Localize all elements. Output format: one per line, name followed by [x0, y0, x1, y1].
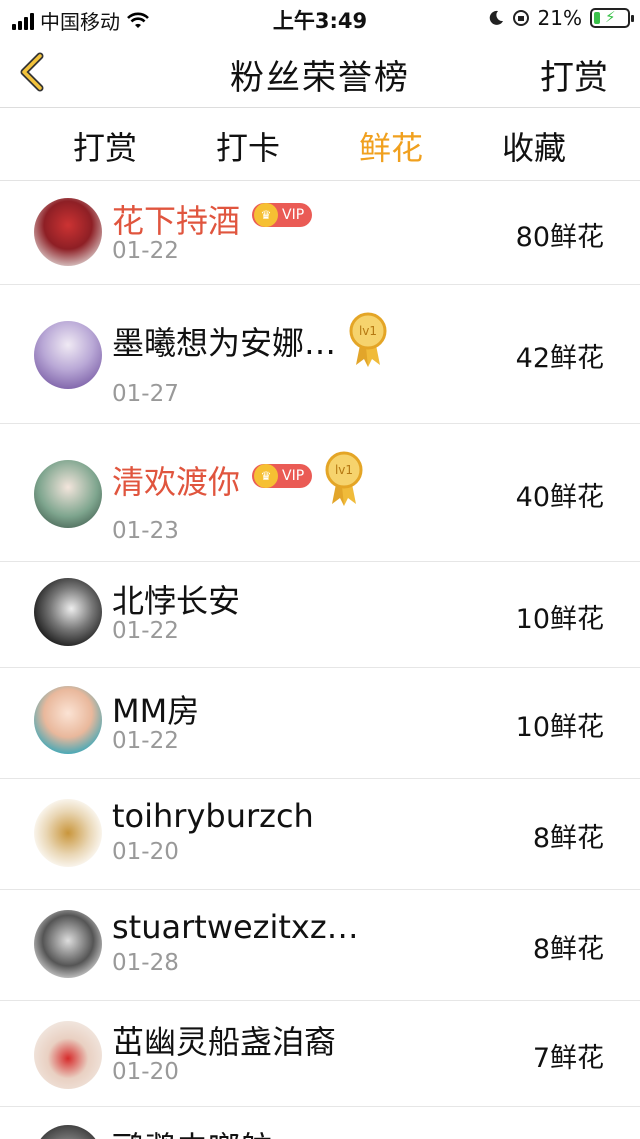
- tab-reward[interactable]: 打赏: [35, 123, 175, 169]
- list-item[interactable]: 茁幽灵船盏洎裔 01-20 7鲜花: [0, 1001, 640, 1107]
- flower-count: 8鲜花: [532, 934, 604, 965]
- list-item[interactable]: 北悖长安 01-22 10鲜花: [0, 562, 640, 668]
- moon-icon: [489, 10, 503, 25]
- fan-date: 01-22: [112, 728, 179, 754]
- fan-date: 01-23: [112, 518, 179, 544]
- fan-name: 清欢渡你: [112, 463, 241, 501]
- fan-name: toihryburzch: [112, 797, 314, 835]
- list-item[interactable]: 花下持酒 ♛ VIP 01-22 80鲜花: [0, 182, 640, 285]
- fan-date: 01-22: [112, 618, 179, 644]
- status-bar: 中国移动 上午3:49 21% ⚡: [0, 0, 640, 36]
- tab-bar: 打赏 打卡 鲜花 收藏: [0, 109, 640, 181]
- vip-badge: ♛ VIP: [252, 203, 313, 227]
- avatar: [34, 799, 102, 867]
- flower-count: 10鲜花: [515, 712, 604, 743]
- fan-date: 01-20: [112, 839, 179, 865]
- fan-name: 墨曦想为安娜…: [112, 324, 337, 362]
- avatar: [34, 460, 102, 528]
- svg-text:lv1: lv1: [359, 324, 377, 338]
- fan-ranking-list: 花下持酒 ♛ VIP 01-22 80鲜花 墨曦想为安娜… lv1 01-27 4…: [0, 182, 640, 1139]
- fan-name: MM房: [112, 692, 200, 730]
- fan-date: 01-20: [112, 1059, 179, 1085]
- flower-count: 42鲜花: [515, 343, 604, 374]
- battery-percent: 21%: [537, 6, 582, 30]
- avatar: [34, 578, 102, 646]
- avatar: [34, 1125, 102, 1139]
- fan-name: 花下持酒: [112, 202, 241, 240]
- level-medal-icon: lv1: [349, 312, 387, 367]
- vip-badge: ♛ VIP: [252, 464, 313, 488]
- fan-name: 北悖长安: [112, 582, 241, 620]
- avatar: [34, 198, 102, 266]
- fan-name: 鹂鹉史啷舫: [112, 1123, 272, 1139]
- tab-favorites[interactable]: 收藏: [464, 123, 604, 169]
- reward-button[interactable]: 打赏: [540, 50, 608, 99]
- level-medal-icon: lv1: [325, 451, 363, 506]
- flower-count: 80鲜花: [515, 222, 604, 253]
- battery-icon: ⚡: [590, 8, 634, 28]
- fan-date: 01-28: [112, 950, 179, 976]
- nav-bar: 粉丝荣誉榜 打赏: [0, 36, 640, 108]
- crown-icon: ♛: [254, 464, 279, 488]
- crown-icon: ♛: [254, 203, 279, 227]
- tab-checkin[interactable]: 打卡: [178, 123, 318, 169]
- orientation-lock-icon: [512, 10, 529, 26]
- list-item[interactable]: stuartwezitxz… 01-28 8鲜花: [0, 890, 640, 1001]
- fan-date: 01-27: [112, 381, 179, 407]
- fan-date: 01-22: [112, 238, 179, 264]
- flower-count: 10鲜花: [515, 604, 604, 635]
- status-right: 21% ⚡: [488, 6, 634, 30]
- svg-text:lv1: lv1: [335, 463, 353, 477]
- list-item[interactable]: 鹂鹉史啷舫: [0, 1107, 640, 1139]
- fan-name: stuartwezitxz…: [112, 908, 359, 946]
- avatar: [34, 686, 102, 754]
- tab-flowers[interactable]: 鲜花: [321, 123, 461, 169]
- flower-count: 40鲜花: [515, 482, 604, 513]
- list-item[interactable]: MM房 01-22 10鲜花: [0, 668, 640, 779]
- flower-count: 8鲜花: [532, 823, 604, 854]
- list-item[interactable]: 清欢渡你 ♛ VIP lv1 01-23 40鲜花: [0, 424, 640, 562]
- avatar: [34, 910, 102, 978]
- flower-count: 7鲜花: [532, 1043, 604, 1074]
- avatar: [34, 1021, 102, 1089]
- fan-name: 茁幽灵船盏洎裔: [112, 1023, 337, 1061]
- list-item[interactable]: 墨曦想为安娜… lv1 01-27 42鲜花: [0, 285, 640, 424]
- list-item[interactable]: toihryburzch 01-20 8鲜花: [0, 779, 640, 890]
- avatar: [34, 321, 102, 389]
